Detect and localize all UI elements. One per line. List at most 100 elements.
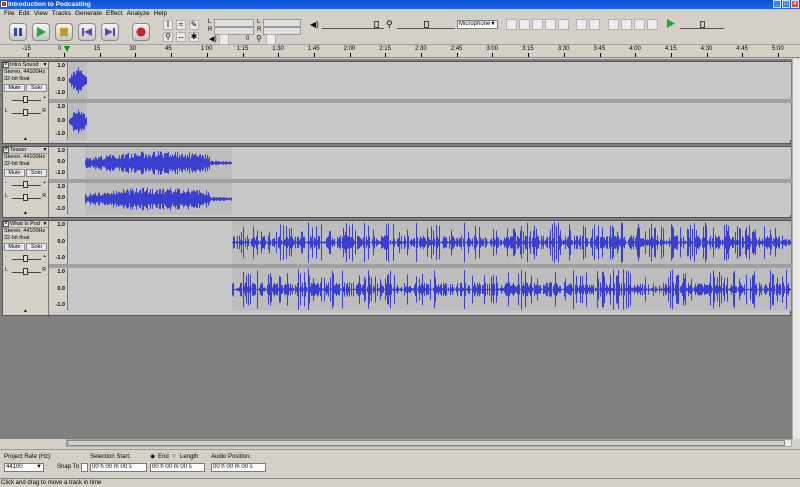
skip-end-button[interactable] — [101, 23, 119, 41]
collapse-track-icon[interactable]: ▲ — [3, 308, 48, 314]
pan-slider[interactable]: LR — [3, 191, 48, 204]
mute-button[interactable]: Mute — [4, 243, 25, 251]
fit-project-icon[interactable] — [647, 19, 658, 30]
cut-icon[interactable] — [506, 19, 517, 30]
waveform-channel[interactable] — [69, 183, 791, 215]
selection-start-field[interactable]: 00 h 00 m 00 s — [90, 463, 147, 472]
audio-position-field[interactable]: 00 h 00 m 00 s — [211, 463, 266, 472]
title-bar: Introduction to Podcasting _ □ × — [0, 0, 800, 9]
horizontal-scroll-thumb[interactable] — [67, 440, 785, 446]
waveform-channel[interactable] — [69, 268, 791, 311]
audio-track[interactable]: × What Is Pod ▼ Stereo, 44100Hz 32-bit float… — [2, 220, 792, 316]
audio-track[interactable]: × Intro Sound ▼ Stereo, 44100Hz 32-bit float… — [2, 61, 792, 144]
track-name-button[interactable]: Intro Sound — [9, 62, 42, 68]
stop-button[interactable] — [55, 23, 73, 41]
solo-button[interactable]: Solo — [26, 169, 47, 177]
waveform-channel[interactable] — [69, 147, 791, 179]
pan-left-label: L — [5, 267, 8, 273]
track-control-panel[interactable]: × Intro Sound ▼ Stereo, 44100Hz 32-bit float… — [3, 62, 49, 143]
waveform — [85, 187, 232, 211]
draw-tool-icon[interactable]: ✎ — [189, 20, 199, 30]
track-name-button[interactable]: What Is Pod — [9, 221, 42, 227]
audio-track[interactable]: × Teaser ▼ Stereo, 44100Hz 32-bit float Mute S… — [2, 146, 792, 218]
ruler-tick-label: 5:00 — [772, 46, 784, 52]
silence-icon[interactable] — [558, 19, 569, 30]
play-button[interactable] — [32, 23, 50, 41]
menu-tracks[interactable]: Tracks — [50, 9, 73, 18]
mute-button[interactable]: Mute — [4, 84, 25, 92]
project-rate-select[interactable]: 44100 ▼ — [4, 463, 44, 472]
envelope-tool-icon[interactable]: ≈ — [176, 20, 186, 30]
skip-start-button[interactable] — [78, 23, 96, 41]
menu-edit[interactable]: Edit — [16, 9, 31, 18]
end-radio-icon[interactable]: ◉ — [150, 453, 155, 460]
ruler-tick — [171, 53, 173, 57]
input-volume-slider[interactable] — [397, 19, 455, 29]
vertical-scrollbar[interactable] — [792, 59, 800, 439]
collapse-track-icon[interactable]: ▲ — [3, 136, 48, 142]
solo-button[interactable]: Solo — [26, 243, 47, 251]
ruler-tick — [28, 53, 30, 57]
pan-slider[interactable]: LR — [3, 106, 48, 119]
maximize-button[interactable]: □ — [782, 0, 790, 8]
timeshift-tool-icon[interactable]: ↔ — [176, 32, 186, 42]
record-button[interactable] — [132, 23, 150, 41]
track-menu-dropdown-icon[interactable]: ▼ — [42, 62, 48, 68]
solo-button[interactable]: Solo — [26, 84, 47, 92]
channel-separator — [49, 179, 792, 183]
play-speed-slider[interactable] — [680, 19, 724, 29]
zoom-in-icon[interactable] — [608, 19, 619, 30]
track-name-button[interactable]: Teaser — [9, 147, 42, 153]
input-device-mini-dropdown[interactable] — [266, 34, 276, 45]
undo-icon[interactable] — [576, 19, 587, 30]
track-menu-dropdown-icon[interactable]: ▼ — [42, 221, 48, 227]
length-radio-icon[interactable]: ○ — [172, 453, 176, 459]
redo-icon[interactable] — [589, 19, 600, 30]
menu-effect[interactable]: Effect — [104, 9, 125, 18]
waveform-channel[interactable] — [69, 62, 791, 99]
close-button[interactable]: × — [791, 0, 799, 8]
fit-selection-icon[interactable] — [634, 19, 645, 30]
horizontal-scrollbar[interactable] — [66, 439, 792, 447]
waveform-channel[interactable] — [69, 103, 791, 140]
trim-icon[interactable] — [545, 19, 556, 30]
play-at-speed-icon[interactable] — [666, 19, 677, 30]
gain-slider[interactable]: - + — [3, 93, 48, 106]
input-meter-left-label: L — [257, 19, 261, 25]
menu-file[interactable]: File — [2, 9, 16, 18]
input-source-select[interactable]: Microphone ▼ — [457, 20, 498, 29]
timeline-ruler[interactable]: -15 0 15 30 45 1:00 1:15 1:30 1:45 2:00 2:15 2:30 2:… — [0, 45, 800, 58]
waveform-channel[interactable] — [69, 221, 791, 264]
track-control-panel[interactable]: × Teaser ▼ Stereo, 44100Hz 32-bit float Mute S… — [3, 147, 49, 217]
amplitude-label: -1.0 — [55, 90, 65, 96]
gain-slider[interactable]: - + — [3, 252, 48, 265]
collapse-track-icon[interactable]: ▲ — [3, 210, 48, 216]
zoom-tool-icon[interactable]: ⚲ — [163, 32, 173, 42]
channel-separator — [49, 264, 792, 268]
menu-view[interactable]: View — [32, 9, 50, 18]
copy-icon[interactable] — [519, 19, 530, 30]
output-volume-slider[interactable] — [322, 19, 384, 29]
pan-slider[interactable]: LR — [3, 265, 48, 278]
multi-tool-icon[interactable]: ✱ — [189, 32, 199, 42]
output-device-dropdown[interactable] — [219, 34, 229, 45]
mute-button[interactable]: Mute — [4, 169, 25, 177]
paste-icon[interactable] — [532, 19, 543, 30]
menu-generate[interactable]: Generate — [73, 9, 104, 18]
pause-button[interactable] — [9, 23, 27, 41]
gain-slider[interactable]: - + — [3, 178, 48, 191]
minimize-button[interactable]: _ — [773, 0, 781, 8]
ruler-tick-label: 2:15 — [379, 46, 391, 52]
track-menu-dropdown-icon[interactable]: ▼ — [42, 147, 48, 153]
track-control-panel[interactable]: × What Is Pod ▼ Stereo, 44100Hz 32-bit float… — [3, 221, 49, 315]
zoom-out-icon[interactable] — [621, 19, 632, 30]
menu-help[interactable]: Help — [152, 9, 169, 18]
selection-end-field[interactable]: 00 h 00 m 00 s — [150, 463, 205, 472]
selection-tool-icon[interactable]: I — [163, 20, 173, 30]
waveform — [232, 222, 791, 263]
ruler-tick — [742, 53, 744, 57]
playhead-marker[interactable] — [64, 46, 70, 52]
snap-to-checkbox[interactable] — [81, 463, 88, 472]
menu-analyze[interactable]: Analyze — [125, 9, 152, 18]
amplitude-label: 1.0 — [57, 269, 65, 275]
